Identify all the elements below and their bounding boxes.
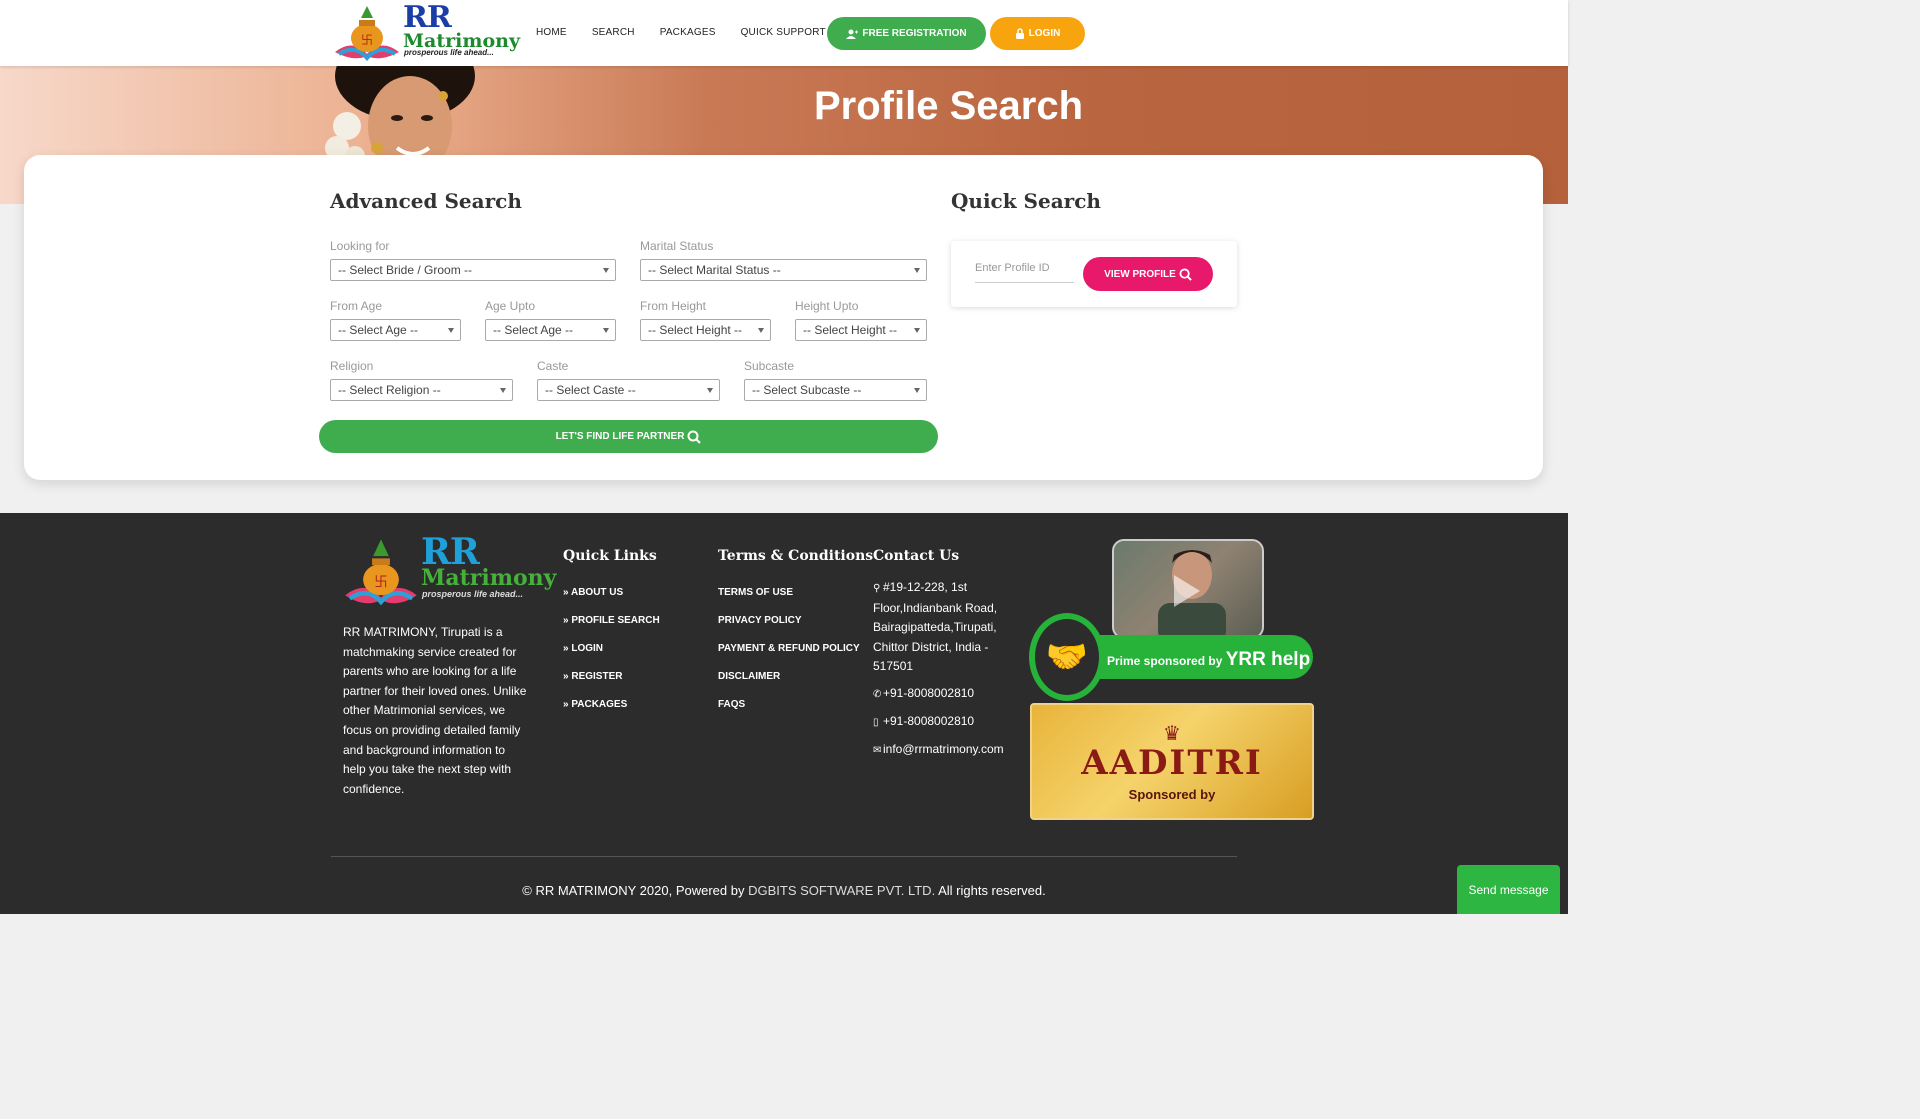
contact-address: ⚲ #19-12-228, 1st Floor,Indianbank Road, … — [873, 578, 1008, 677]
quick-links-heading: Quick Links — [563, 548, 657, 564]
from-age-select[interactable]: -- Select Age -- — [330, 319, 461, 341]
copyright-suffix: All rights reserved. — [938, 883, 1046, 898]
aaditri-sponsor-banner[interactable]: ♛ AADITRI Sponsored by — [1030, 703, 1314, 820]
svg-text:卐: 卐 — [374, 574, 387, 590]
footer-link-payment-refund[interactable]: PAYMENT & REFUND POLICY — [718, 643, 860, 654]
contact-heading: Contact Us — [873, 548, 960, 564]
envelope-icon: ✉ — [873, 745, 882, 756]
footer-link-faqs[interactable]: FAQS — [718, 699, 745, 710]
footer-link-about-us[interactable]: » ABOUT US — [563, 587, 623, 598]
subcaste-label: Subcaste — [744, 359, 795, 373]
prime-sponsor-name: YRR help — [1225, 649, 1311, 670]
nav-quick-support-label: QUICK SUPPORT — [740, 27, 826, 38]
copyright-text: © RR MATRIMONY 2020, Powered by DGBITS S… — [0, 883, 1568, 898]
footer-link-register[interactable]: » REGISTER — [563, 671, 622, 682]
find-partner-label: LET'S FIND LIFE PARTNER — [555, 431, 685, 442]
footer-link-label: REGISTER — [571, 671, 623, 682]
nav-search[interactable]: SEARCH — [592, 27, 635, 38]
mobile-icon: ▯ — [873, 717, 879, 728]
footer-link-packages[interactable]: » PACKAGES — [563, 699, 627, 710]
search-card: Advanced Search Looking for -- Select Br… — [24, 155, 1543, 480]
quick-search-box: Enter Profile ID VIEW PROFILE — [951, 241, 1237, 307]
advanced-search-title: Advanced Search — [330, 189, 522, 213]
contact-email[interactable]: ✉ info@rrmatrimony.com — [873, 740, 1004, 761]
height-upto-select[interactable]: -- Select Height -- — [795, 319, 927, 341]
footer-link-login[interactable]: » LOGIN — [563, 643, 603, 654]
terms-heading: Terms & Conditions — [718, 548, 874, 564]
footer-link-privacy-policy[interactable]: PRIVACY POLICY — [718, 615, 802, 626]
nav-home[interactable]: HOME — [536, 27, 567, 38]
phone-text: +91-8008002810 — [883, 686, 975, 700]
footer-link-profile-search[interactable]: » PROFILE SEARCH — [563, 615, 660, 626]
nav-quick-support[interactable]: QUICK SUPPORT — [741, 27, 836, 38]
handshake-icon: 🤝 — [1029, 613, 1105, 701]
login-label: LOGIN — [1028, 28, 1061, 39]
footer-link-label: ABOUT US — [570, 587, 624, 598]
height-upto-label: Height Upto — [795, 299, 859, 313]
promo-video-thumbnail[interactable] — [1112, 539, 1264, 639]
religion-label: Religion — [330, 359, 374, 373]
kalash-logo-icon: 卐 — [345, 539, 417, 606]
looking-for-label: Looking for — [330, 239, 390, 253]
contact-mobile[interactable]: ▯ +91-8008002810 — [873, 712, 974, 733]
copyright-prefix: © RR MATRIMONY 2020, Powered by — [522, 883, 745, 898]
footer-link-terms-of-use[interactable]: TERMS OF USE — [718, 587, 793, 598]
email-text: info@rrmatrimony.com — [883, 742, 1004, 756]
from-age-label: From Age — [330, 299, 383, 313]
svg-text:卐: 卐 — [361, 33, 373, 47]
view-profile-button[interactable]: VIEW PROFILE — [1083, 257, 1213, 291]
prime-sponsor-text: Prime sponsored by YRR help — [1107, 649, 1310, 671]
footer-link-label: PACKAGES — [571, 699, 628, 710]
view-profile-label: VIEW PROFILE — [1104, 268, 1176, 280]
free-registration-label: FREE REGISTRATION — [862, 28, 967, 39]
footer-link-label: LOGIN — [571, 643, 604, 654]
religion-select[interactable]: -- Select Religion -- — [330, 379, 513, 401]
top-navbar: 卐 RR Matrimony prosperous life ahead... … — [0, 0, 1568, 66]
footer-link-disclaimer[interactable]: DISCLAIMER — [718, 671, 780, 682]
site-logo[interactable]: 卐 RR Matrimony prosperous life ahead... — [331, 0, 520, 64]
site-footer: 卐 RR Matrimony prosperous life ahead... … — [0, 513, 1568, 914]
aaditri-sponsored-by: Sponsored by — [1128, 787, 1216, 802]
contact-phone[interactable]: ✆ +91-8008002810 — [873, 684, 974, 705]
quick-search-title: Quick Search — [951, 189, 1101, 213]
page-title: Profile Search — [814, 84, 1084, 128]
login-button[interactable]: LOGIN — [990, 17, 1085, 50]
nav-packages[interactable]: PACKAGES — [660, 27, 716, 38]
phone-icon: ✆ — [873, 689, 882, 700]
user-plus-icon — [846, 29, 859, 39]
footer-brand-tagline: prosperous life ahead... — [422, 589, 524, 599]
aaditri-name: AADITRI — [1081, 743, 1263, 783]
main-menu: HOME SEARCH PACKAGES QUICK SUPPORT — [536, 27, 861, 38]
search-icon — [1179, 267, 1192, 281]
footer-brand-matrimony: Matrimony — [421, 565, 557, 591]
send-message-button[interactable]: Send message — [1457, 865, 1560, 914]
brand-tagline: prosperous life ahead... — [404, 48, 494, 57]
find-partner-button[interactable]: LET'S FIND LIFE PARTNER — [319, 420, 938, 453]
mobile-text: +91-8008002810 — [883, 714, 975, 728]
marital-status-label: Marital Status — [640, 239, 714, 253]
prime-sponsor-label: Prime sponsored by — [1107, 654, 1223, 668]
footer-link-label: PROFILE SEARCH — [571, 615, 660, 626]
caste-label: Caste — [537, 359, 569, 373]
from-height-label: From Height — [640, 299, 707, 313]
footer-divider — [331, 856, 1237, 857]
kalash-logo-icon: 卐 — [335, 6, 399, 62]
age-upto-label: Age Upto — [485, 299, 536, 313]
address-text: #19-12-228, 1st Floor,Indianbank Road, B… — [873, 580, 998, 674]
footer-logo[interactable]: 卐 RR Matrimony prosperous life ahead... — [343, 531, 556, 609]
footer-about-text: RR MATRIMONY, Tirupati is a matchmaking … — [343, 625, 527, 796]
search-icon — [687, 430, 702, 444]
company-link[interactable]: DGBITS SOFTWARE PVT. LTD. — [748, 883, 935, 898]
play-icon — [1174, 575, 1200, 607]
from-height-select[interactable]: -- Select Height -- — [640, 319, 771, 341]
lock-icon — [1015, 28, 1024, 39]
caste-select[interactable]: -- Select Caste -- — [537, 379, 720, 401]
subcaste-select[interactable]: -- Select Subcaste -- — [744, 379, 927, 401]
looking-for-select[interactable]: -- Select Bride / Groom -- — [330, 259, 616, 281]
profile-id-input[interactable]: Enter Profile ID — [975, 261, 1074, 283]
map-marker-icon: ⚲ — [873, 583, 881, 594]
age-upto-select[interactable]: -- Select Age -- — [485, 319, 616, 341]
free-registration-button[interactable]: FREE REGISTRATION — [827, 17, 986, 50]
marital-status-select[interactable]: -- Select Marital Status -- — [640, 259, 927, 281]
